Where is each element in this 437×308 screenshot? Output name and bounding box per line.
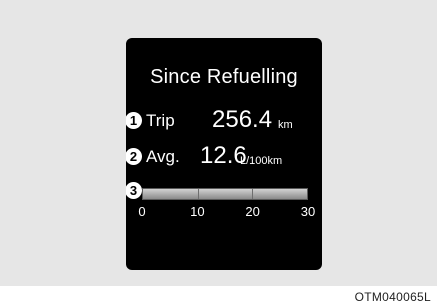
gauge-tick-label: 30: [300, 204, 316, 219]
avg-row: 2 Avg. 12.6 L/100km: [126, 142, 322, 174]
gauge-divider: [252, 189, 254, 199]
instrument-display: Since Refuelling 1 Trip 256.4 km 2 Avg. …: [126, 38, 322, 270]
avg-unit: L/100km: [240, 155, 283, 167]
trip-row: 1 Trip 256.4 km: [126, 106, 322, 138]
figure-code: OTM040065L: [354, 290, 431, 304]
trip-label: Trip: [146, 111, 175, 130]
callout-marker-1: 1: [126, 112, 142, 129]
gauge-tick-label: 20: [245, 204, 260, 219]
gauge-tick-label: 10: [190, 204, 205, 219]
display-title: Since Refuelling: [150, 66, 298, 88]
gauge-fill: [143, 189, 307, 199]
callout-marker-3: 3: [126, 182, 142, 199]
gauge-divider: [197, 189, 199, 199]
consumption-gauge: [142, 188, 308, 200]
trip-value: 256.4: [212, 106, 273, 133]
callout-marker-2: 2: [126, 148, 142, 165]
gauge-tick-label: 0: [138, 204, 146, 219]
trip-unit: km: [278, 119, 293, 131]
avg-label: Avg.: [146, 147, 180, 166]
